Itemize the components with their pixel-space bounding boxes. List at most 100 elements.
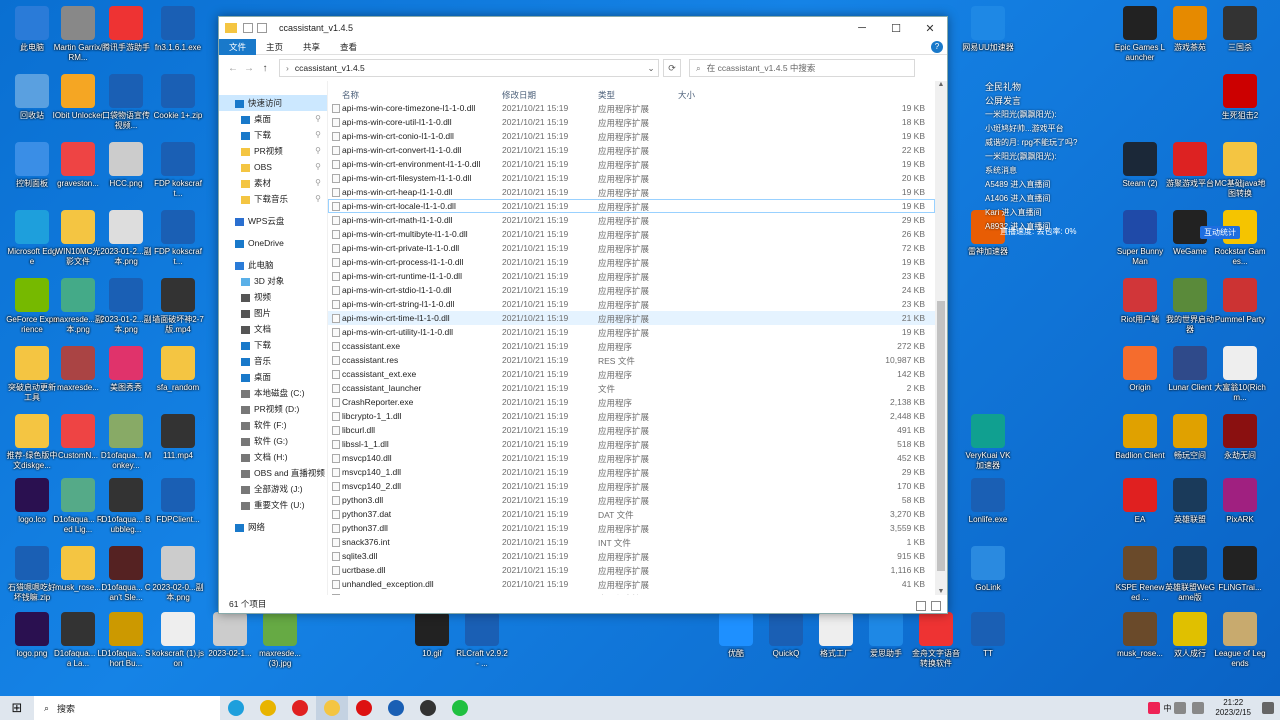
- file-row[interactable]: msvcp140_2.dll 2021/10/21 15:19 应用程序扩展 170 …: [328, 479, 935, 493]
- desktop-shortcut[interactable]: 金舟文字语音转换软件: [910, 612, 962, 669]
- taskbar-greenapp-app[interactable]: [444, 696, 476, 720]
- file-row[interactable]: python37.dll 2021/10/21 15:19 应用程序扩展 3,559 …: [328, 521, 935, 535]
- file-row[interactable]: api-ms-win-crt-filesystem-l1-1-0.dll 2021…: [328, 171, 935, 185]
- taskbar-fn-app[interactable]: [380, 696, 412, 720]
- sidebar-item[interactable]: 下载 ⚲: [219, 127, 327, 143]
- file-row[interactable]: unhandled_exception.dll 2021/10/21 15:19 应…: [328, 577, 935, 591]
- file-row[interactable]: api-ms-win-crt-multibyte-l1-1-0.dll 2021/…: [328, 227, 935, 241]
- desktop-shortcut[interactable]: maxresde...(3).jpg: [254, 612, 306, 669]
- sidebar-item[interactable]: 桌面 ⚲: [219, 111, 327, 127]
- desktop-shortcut[interactable]: 生死狙击2: [1214, 74, 1266, 121]
- column-type[interactable]: 类型: [598, 89, 615, 101]
- desktop-shortcut[interactable]: fn3.1.6.1.exe: [152, 6, 204, 53]
- desktop-shortcut[interactable]: QuickQ: [760, 612, 812, 659]
- desktop-shortcut[interactable]: FLiNGTrai...: [1214, 546, 1266, 593]
- sidebar-item[interactable]: 素材 ⚲: [219, 175, 327, 191]
- sidebar-item[interactable]: 重要文件 (U:): [219, 497, 327, 513]
- desktop-shortcut[interactable]: IObit Unlocker: [52, 74, 104, 121]
- file-row[interactable]: libcrypto-1_1.dll 2021/10/21 15:19 应用程序扩展 2…: [328, 409, 935, 423]
- desktop-shortcut[interactable]: HCC.png: [100, 142, 152, 189]
- desktop-shortcut[interactable]: 大富翁10(Richm...: [1214, 346, 1266, 403]
- desktop-shortcut[interactable]: 英雄联盟: [1164, 478, 1216, 525]
- desktop-shortcut[interactable]: Riot用户端: [1114, 278, 1166, 325]
- taskbar-obs-app[interactable]: [412, 696, 444, 720]
- file-row[interactable]: api-ms-win-crt-locale-l1-1-0.dll 2021/10/…: [328, 199, 935, 213]
- desktop-shortcut[interactable]: Lunar Client: [1164, 346, 1216, 393]
- desktop-shortcut[interactable]: GoLink: [962, 546, 1014, 593]
- vertical-scrollbar[interactable]: ▲ ▼: [935, 81, 947, 595]
- desktop-shortcut[interactable]: logo.lco: [6, 478, 58, 525]
- tab-home[interactable]: 主页: [256, 39, 293, 55]
- sidebar-item[interactable]: 下载音乐 ⚲: [219, 191, 327, 207]
- desktop-shortcut[interactable]: 英雄联盟WeGame版: [1164, 546, 1216, 603]
- desktop-shortcut[interactable]: 墙面破坏神2-7版.mp4: [152, 278, 204, 335]
- live-stats-button[interactable]: 互动统计: [1200, 226, 1240, 239]
- clock[interactable]: 21:22 2023/2/15: [1207, 698, 1259, 718]
- desktop-shortcut[interactable]: League of Legends: [1214, 612, 1266, 669]
- taskbar-explorer-app[interactable]: [316, 696, 348, 720]
- sidebar-item[interactable]: PR视频 (D:): [219, 401, 327, 417]
- sidebar-item[interactable]: 软件 (G:): [219, 433, 327, 449]
- file-row[interactable]: api-ms-win-crt-stdio-l1-1-0.dll 2021/10/2…: [328, 283, 935, 297]
- file-row[interactable]: api-ms-win-core-timezone-l1-1-0.dll 2021/…: [328, 101, 935, 115]
- desktop-shortcut[interactable]: D1ofaqua... Monkey...: [100, 414, 152, 471]
- desktop-shortcut[interactable]: FDPClient...: [152, 478, 204, 525]
- tab-file[interactable]: 文件: [219, 38, 257, 55]
- details-view-icon[interactable]: [915, 601, 926, 611]
- file-row[interactable]: libssl-1_1.dll 2021/10/21 15:19 应用程序扩展 518 …: [328, 437, 935, 451]
- desktop-shortcut[interactable]: Epic Games Launcher: [1114, 6, 1166, 63]
- sidebar-item[interactable]: 此电脑: [219, 257, 327, 273]
- refresh-button[interactable]: ⟳: [663, 59, 681, 77]
- sidebar-item[interactable]: 下载: [219, 337, 327, 353]
- input-language[interactable]: 中: [1163, 703, 1171, 714]
- help-icon[interactable]: ?: [931, 40, 943, 53]
- forward-button[interactable]: →: [241, 63, 257, 74]
- desktop-shortcut[interactable]: 111.mp4: [152, 414, 204, 461]
- maximize-button[interactable]: ☐: [879, 17, 913, 39]
- file-row[interactable]: ucrtbase.dll 2021/10/21 15:19 应用程序扩展 1,116 …: [328, 563, 935, 577]
- quick-access-new-folder-icon[interactable]: [257, 23, 267, 33]
- sidebar-item[interactable]: 视频: [219, 289, 327, 305]
- desktop-shortcut[interactable]: Martin Garrix/RM...: [52, 6, 104, 63]
- sidebar-item[interactable]: OBS and 直播视频: [219, 465, 327, 481]
- volume-icon[interactable]: [1192, 702, 1205, 714]
- desktop-shortcut[interactable]: TT: [962, 612, 1014, 659]
- windows-start-icon[interactable]: ⊞: [0, 700, 34, 716]
- desktop-shortcut[interactable]: Microsoft Edge: [6, 210, 58, 267]
- file-row[interactable]: api-ms-win-crt-math-l1-1-0.dll 2021/10/21…: [328, 213, 935, 227]
- desktop-shortcut[interactable]: kokscraft (1).json: [152, 612, 204, 669]
- scroll-up-icon[interactable]: ▲: [935, 81, 947, 88]
- file-row[interactable]: api-ms-win-crt-process-l1-1-0.dll 2021/10…: [328, 255, 935, 269]
- desktop-shortcut[interactable]: 畅玩空间: [1164, 414, 1216, 461]
- file-row[interactable]: ccassistant_launcher 2021/10/21 15:19 文件 2 …: [328, 381, 935, 395]
- file-row[interactable]: python37.dat 2021/10/21 15:19 DAT 文件 3,270 …: [328, 507, 935, 521]
- sidebar-item[interactable]: OBS ⚲: [219, 159, 327, 175]
- desktop-shortcut[interactable]: Cookie 1+.zip: [152, 74, 204, 121]
- scroll-down-icon[interactable]: ▼: [935, 588, 947, 595]
- desktop-shortcut[interactable]: 网易UU加速器: [962, 6, 1014, 53]
- sidebar-item[interactable]: OneDrive: [219, 235, 327, 251]
- file-row[interactable]: api-ms-win-crt-heap-l1-1-0.dll 2021/10/21…: [328, 185, 935, 199]
- desktop-shortcut[interactable]: 推荐-绿色版中文diskge...: [6, 414, 58, 471]
- network-icon[interactable]: [1174, 702, 1187, 714]
- desktop-shortcut[interactable]: 爱思助手: [860, 612, 912, 659]
- sidebar-item[interactable]: 全部游戏 (J:): [219, 481, 327, 497]
- file-row[interactable]: ccassistant.exe 2021/10/21 15:19 应用程序 272 K…: [328, 339, 935, 353]
- desktop-shortcut[interactable]: logo.png: [6, 612, 58, 659]
- desktop-shortcut[interactable]: D1ofaqua... Can't Sle...: [100, 546, 152, 603]
- back-button[interactable]: ←: [225, 63, 241, 74]
- column-date[interactable]: 修改日期: [502, 89, 536, 101]
- desktop-shortcut[interactable]: Badlion Client: [1114, 414, 1166, 461]
- sidebar-item[interactable]: 文档 (H:): [219, 449, 327, 465]
- taskbar-netease-app[interactable]: [348, 696, 380, 720]
- file-row[interactable]: api-ms-win-crt-convert-l1-1-0.dll 2021/10…: [328, 143, 935, 157]
- desktop-shortcut[interactable]: 此电脑: [6, 6, 58, 53]
- desktop-shortcut[interactable]: 突破启动更新工具: [6, 346, 58, 403]
- file-row[interactable]: api-ms-win-crt-runtime-l1-1-0.dll 2021/10…: [328, 269, 935, 283]
- search-input[interactable]: ⌕ 在 ccassistant_v1.4.5 中搜索: [689, 59, 915, 77]
- file-row[interactable]: libcurl.dll 2021/10/21 15:19 应用程序扩展 491 KB: [328, 423, 935, 437]
- desktop-shortcut[interactable]: 永劫无间: [1214, 414, 1266, 461]
- sidebar-item[interactable]: 3D 对象: [219, 273, 327, 289]
- file-row[interactable]: api-ms-win-crt-private-l1-1-0.dll 2021/10…: [328, 241, 935, 255]
- close-button[interactable]: ✕: [913, 17, 947, 39]
